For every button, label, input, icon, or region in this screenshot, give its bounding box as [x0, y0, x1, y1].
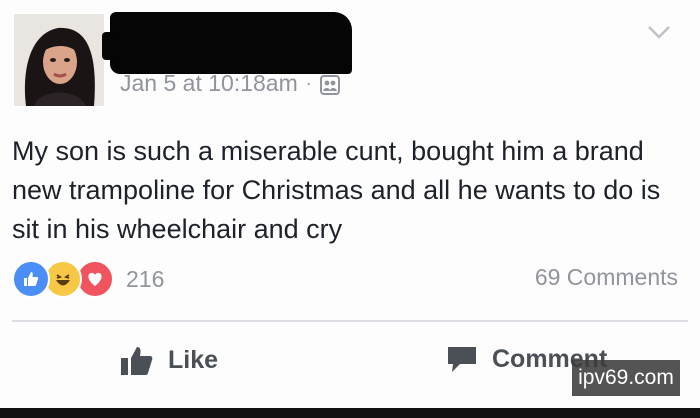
thumbs-up-icon: [121, 347, 153, 375]
post-card: Jan 5 at 10:18am · My son is such a mise…: [0, 0, 700, 418]
post-text: My son is such a miserable cunt, bought …: [12, 136, 661, 244]
profile-avatar[interactable]: [14, 14, 104, 106]
chevron-down-icon[interactable]: [646, 22, 672, 42]
post-meta: Jan 5 at 10:18am ·: [120, 70, 340, 97]
reactions-summary[interactable]: 216: [12, 260, 164, 298]
friends-icon[interactable]: [319, 74, 340, 95]
comment-icon: [448, 347, 476, 372]
post-timestamp[interactable]: Jan 5 at 10:18am: [120, 70, 298, 97]
watermark: ipv69.com: [572, 360, 680, 396]
name-redaction: [102, 12, 352, 74]
bottom-bar: [0, 408, 700, 418]
reaction-count: 216: [126, 265, 165, 292]
like-label: Like: [168, 345, 219, 374]
meta-separator: ·: [305, 73, 312, 93]
comments-count[interactable]: 69 Comments: [535, 264, 678, 291]
like-icon: [12, 260, 50, 298]
like-button[interactable]: Like: [120, 344, 218, 376]
avatar-photo: [14, 14, 104, 106]
actions-divider: [12, 320, 688, 322]
